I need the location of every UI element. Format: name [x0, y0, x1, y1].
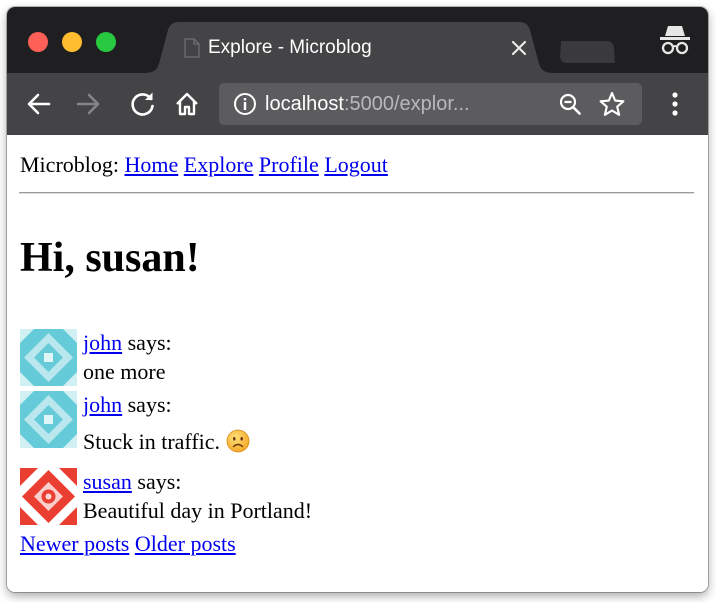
author-link[interactable]: susan: [83, 469, 132, 494]
forward-icon[interactable]: [74, 90, 102, 118]
post-item: susan says: Beautiful day in Portland!: [20, 468, 420, 528]
tab-title: Explore - Microblog: [208, 37, 372, 58]
close-tab-icon[interactable]: [511, 40, 527, 56]
avatar[interactable]: [20, 329, 77, 386]
post-header: susan says:: [83, 468, 181, 496]
says-label: says:: [137, 469, 182, 494]
author-link[interactable]: john: [83, 392, 122, 417]
says-label: says:: [127, 330, 172, 355]
newer-posts-link[interactable]: Newer posts: [20, 531, 129, 556]
maximize-window-button[interactable]: [96, 32, 116, 52]
says-label: says:: [127, 392, 172, 417]
address-bar[interactable]: localhost:5000/explor...: [219, 83, 642, 125]
pagination: Newer posts Older posts: [20, 530, 236, 558]
bookmark-star-icon[interactable]: [599, 91, 625, 117]
older-posts-link[interactable]: Older posts: [135, 531, 236, 556]
new-tab-button[interactable]: [553, 41, 615, 63]
nav-explore-link[interactable]: Explore: [184, 152, 254, 177]
avatar[interactable]: [20, 468, 77, 525]
home-icon[interactable]: [173, 90, 201, 118]
brand-label: Microblog:: [20, 152, 119, 177]
tab-explore[interactable]: Explore - Microblog: [144, 22, 554, 73]
post-body: one more: [83, 359, 166, 384]
browser-toolbar: localhost:5000/explor...: [7, 73, 708, 135]
post-header: john says:: [83, 391, 172, 419]
page-icon: [184, 38, 200, 58]
post-body-text: Stuck in traffic.: [83, 429, 221, 454]
greeting-heading: Hi, susan!: [20, 235, 200, 281]
url-host: localhost: [265, 93, 344, 115]
nav-profile-link[interactable]: Profile: [259, 152, 319, 177]
author-link[interactable]: john: [83, 330, 122, 355]
reload-icon[interactable]: [129, 90, 157, 118]
browser-window: Explore - Microblog localhost:5000/explo…: [7, 7, 708, 592]
tab-strip: Explore - Microblog: [7, 7, 708, 73]
minimize-window-button[interactable]: [62, 32, 82, 52]
nav-home-link[interactable]: Home: [125, 152, 179, 177]
divider: [19, 192, 694, 194]
close-window-button[interactable]: [28, 32, 48, 52]
post-header: john says:: [83, 329, 172, 357]
post-item: john says: one more: [20, 329, 420, 389]
site-nav: Microblog: Home Explore Profile Logout: [20, 151, 388, 179]
page-content: Microblog: Home Explore Profile Logout H…: [7, 135, 708, 592]
avatar[interactable]: [20, 391, 77, 448]
nav-logout-link[interactable]: Logout: [324, 152, 388, 177]
back-icon[interactable]: [25, 90, 53, 118]
info-icon[interactable]: [233, 92, 257, 116]
incognito-icon: [660, 26, 690, 55]
url-path: :5000/explor...: [343, 93, 470, 115]
zoom-icon[interactable]: [559, 93, 581, 115]
frowning-face-icon: [226, 429, 250, 453]
post-body: Beautiful day in Portland!: [83, 498, 313, 523]
menu-dots-icon[interactable]: [665, 90, 685, 118]
post-item: john says: Stuck in traffic.: [20, 391, 420, 467]
url-text[interactable]: localhost:5000/explor...: [265, 89, 470, 119]
post-body: Stuck in traffic.: [83, 428, 250, 456]
